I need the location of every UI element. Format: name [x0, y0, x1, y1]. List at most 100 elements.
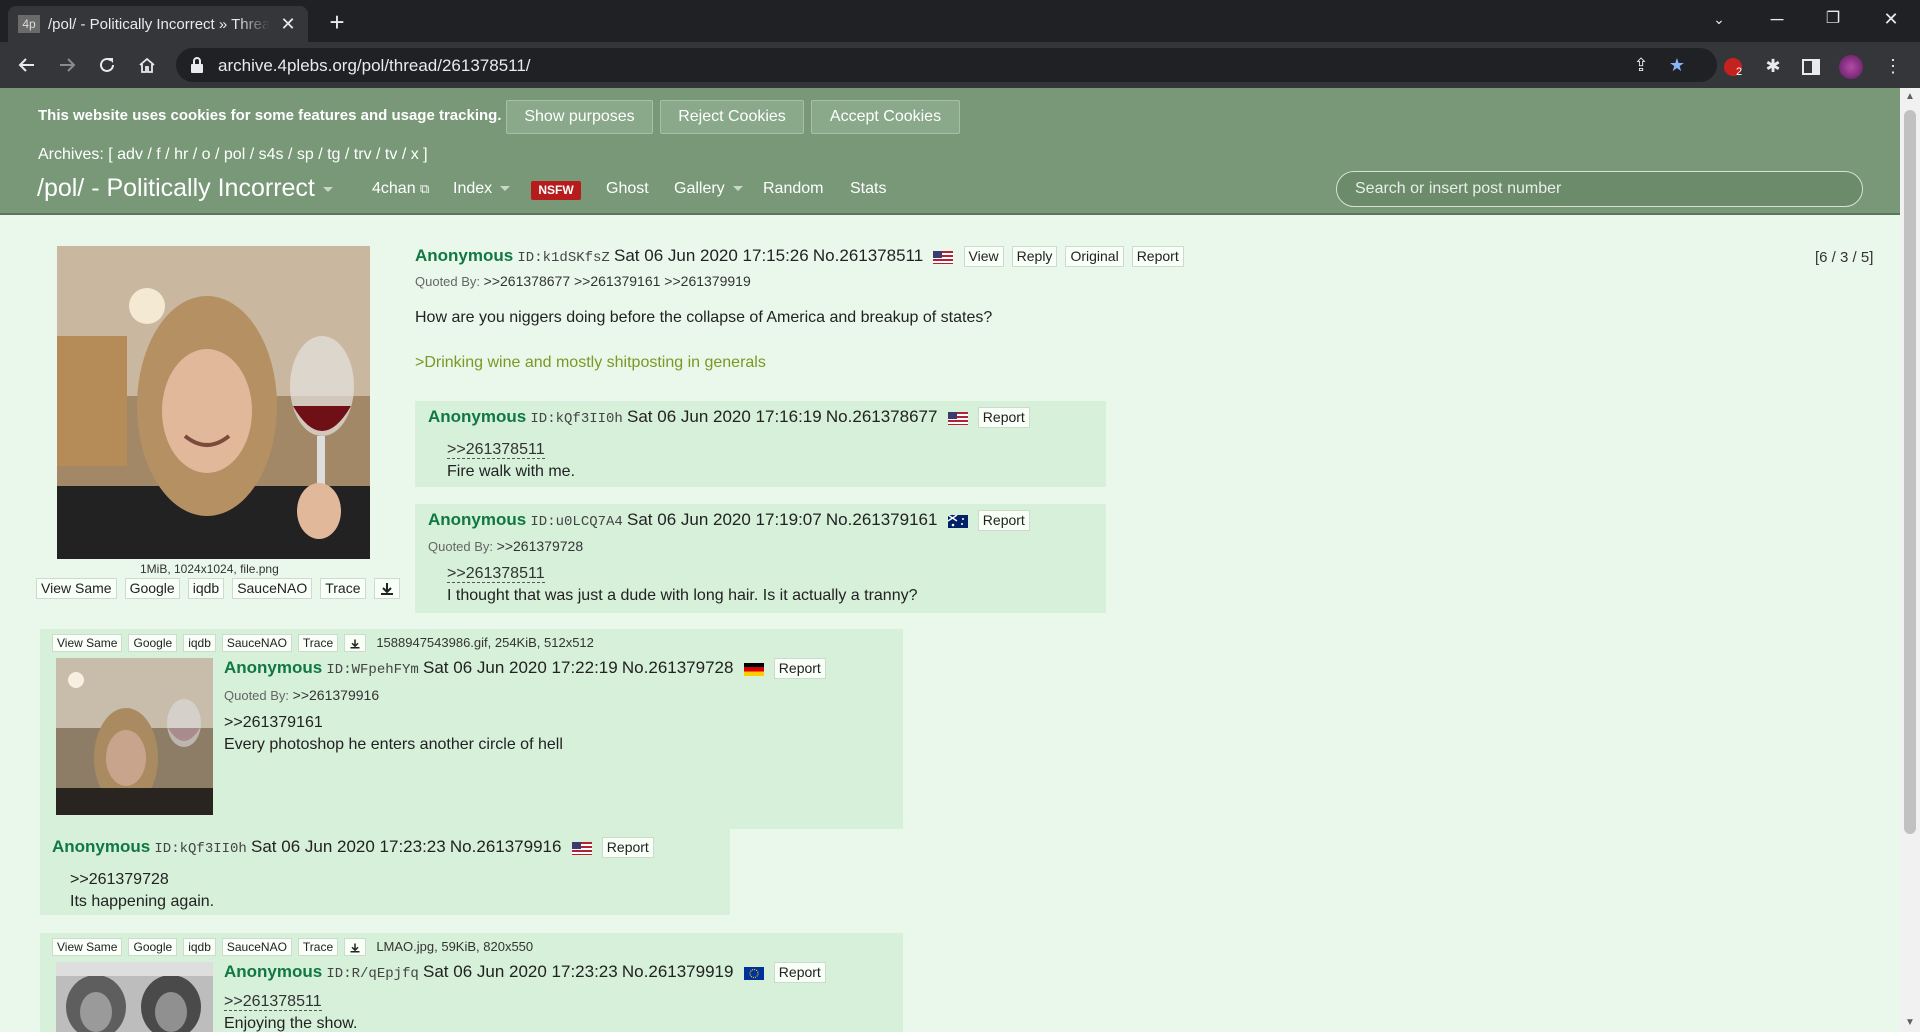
forward-button[interactable] [52, 50, 82, 80]
new-tab-button[interactable]: + [322, 8, 352, 38]
restore-button[interactable]: ❐ [1808, 0, 1858, 38]
archive-link-pol[interactable]: pol [224, 146, 245, 163]
quote-link[interactable]: >>261378511 [224, 993, 322, 1011]
post-number[interactable]: No.261379916 [450, 837, 562, 856]
poster-id[interactable]: ID:WFpehFYm [326, 662, 418, 678]
board-title[interactable]: /pol/ - Politically Incorrect [37, 174, 333, 203]
nav-gallery-link[interactable]: Gallery [674, 180, 743, 198]
view-same-button[interactable]: View Same [52, 938, 123, 956]
archive-link-trv[interactable]: trv [354, 146, 372, 163]
download-button[interactable] [373, 578, 400, 600]
archive-link-o[interactable]: o [202, 146, 211, 163]
op-image[interactable] [57, 246, 370, 559]
original-button[interactable]: Original [1065, 246, 1124, 267]
quoted-by-links[interactable]: >>261378677 >>261379161 >>261379919 [484, 273, 751, 289]
accept-cookies-button[interactable]: Accept Cookies [811, 100, 960, 134]
reload-button[interactable] [92, 50, 122, 80]
nsfw-badge[interactable]: NSFW [531, 181, 581, 200]
quoted-by-label: Quoted By: [224, 688, 290, 703]
close-window-button[interactable]: ✕ [1866, 0, 1916, 38]
reject-cookies-button[interactable]: Reject Cookies [660, 100, 804, 134]
tab-close-icon[interactable]: ✕ [278, 14, 298, 35]
report-button[interactable]: Report [773, 962, 826, 983]
view-post-button[interactable]: View [963, 246, 1004, 267]
browser-tab[interactable]: 4p /pol/ - Politically Incorrect » Threa… [8, 6, 308, 42]
nav-random-link[interactable]: Random [763, 180, 823, 198]
quoted-by-links[interactable]: >>261379728 [497, 538, 583, 554]
archive-link-f[interactable]: f [156, 146, 160, 163]
tab-search-chevron-icon[interactable]: ⌄ [1694, 0, 1744, 38]
lock-icon[interactable] [190, 56, 204, 74]
saucenao-button[interactable]: SauceNAO [221, 634, 292, 652]
poster-id[interactable]: ID:kQf3II0h [530, 411, 622, 427]
iqdb-button[interactable]: iqdb [183, 938, 216, 956]
nav-index-link[interactable]: Index [453, 180, 511, 198]
report-button[interactable]: Report [601, 837, 654, 858]
reply-button[interactable]: Reply [1011, 246, 1058, 267]
scroll-down-arrow-icon[interactable]: ▼ [1900, 1014, 1920, 1032]
archive-link-sp[interactable]: sp [297, 146, 314, 163]
back-button[interactable] [12, 50, 42, 80]
poster-id[interactable]: ID:u0LCQ7A4 [530, 514, 622, 530]
show-purposes-button[interactable]: Show purposes [506, 100, 653, 134]
reply-text: I thought that was just a dude with long… [447, 587, 918, 604]
post-number[interactable]: No.261378511 [813, 246, 923, 265]
poster-id[interactable]: ID:k1dSKfsZ [517, 250, 609, 266]
browser-toolbar: archive.4plebs.org/pol/thread/261378511/… [0, 42, 1920, 88]
post-number[interactable]: No.261379161 [826, 510, 938, 529]
poster-id[interactable]: ID:R/qEpjfq [326, 966, 418, 982]
quote-link[interactable]: >>261378511 [447, 565, 545, 583]
post-number[interactable]: No.261379728 [622, 658, 734, 677]
reply-image-thumbnail[interactable] [56, 658, 213, 815]
trace-button[interactable]: Trace [320, 578, 366, 599]
star-icon[interactable]: ★ [1664, 53, 1690, 77]
scroll-up-arrow-icon[interactable]: ▲ [1900, 88, 1920, 106]
view-same-button[interactable]: View Same [52, 634, 123, 652]
side-panel-icon[interactable] [1796, 51, 1826, 81]
iqdb-button[interactable]: iqdb [183, 634, 216, 652]
google-button[interactable]: Google [128, 938, 178, 956]
report-button[interactable]: Report [1131, 246, 1184, 267]
archive-link-tg[interactable]: tg [327, 146, 340, 163]
quoted-by-links[interactable]: >>261379916 [293, 687, 379, 703]
search-input[interactable] [1336, 171, 1863, 207]
profile-avatar-icon[interactable] [1836, 51, 1866, 81]
page-scrollbar[interactable]: ▲ ▼ [1900, 88, 1920, 1032]
quote-link[interactable]: >>261379728 [70, 871, 169, 888]
post-number[interactable]: No.261379919 [622, 962, 734, 981]
archive-link-tv[interactable]: tv [385, 146, 397, 163]
address-bar[interactable]: archive.4plebs.org/pol/thread/261378511/… [176, 48, 1717, 82]
nav-stats-link[interactable]: Stats [850, 180, 886, 198]
nav-ghost-link[interactable]: Ghost [606, 180, 649, 198]
download-button[interactable] [344, 634, 367, 652]
scrollbar-thumb[interactable] [1904, 110, 1916, 834]
poster-id[interactable]: ID:kQf3II0h [154, 841, 246, 857]
archive-link-s4s[interactable]: s4s [259, 146, 284, 163]
google-button[interactable]: Google [128, 634, 178, 652]
saucenao-button[interactable]: SauceNAO [232, 578, 313, 599]
minimize-button[interactable]: ─ [1752, 0, 1802, 38]
report-button[interactable]: Report [977, 407, 1030, 428]
reply-image-thumbnail[interactable] [56, 962, 213, 1032]
share-icon[interactable]: ⇪ [1628, 53, 1654, 77]
archive-link-adv[interactable]: adv [117, 146, 143, 163]
quote-link[interactable]: >>261379161 [224, 714, 323, 731]
extension-adblock-button[interactable]: 2 [1718, 51, 1748, 81]
quote-link[interactable]: >>261378511 [447, 441, 545, 459]
report-button[interactable]: Report [977, 510, 1030, 531]
trace-button[interactable]: Trace [297, 938, 339, 956]
saucenao-button[interactable]: SauceNAO [221, 938, 292, 956]
post-number[interactable]: No.261378677 [826, 407, 938, 426]
download-button[interactable] [344, 938, 367, 956]
puzzle-icon[interactable]: ✱ [1758, 51, 1788, 81]
archive-link-hr[interactable]: hr [174, 146, 188, 163]
archive-link-x[interactable]: x [411, 146, 419, 163]
trace-button[interactable]: Trace [297, 634, 339, 652]
google-button[interactable]: Google [124, 578, 180, 599]
report-button[interactable]: Report [773, 658, 826, 679]
nav-4chan-link[interactable]: 4chan ⧉ [372, 180, 429, 198]
home-button[interactable] [132, 50, 162, 80]
view-same-button[interactable]: View Same [36, 578, 117, 599]
kebab-menu-icon[interactable]: ⋮ [1878, 51, 1908, 81]
iqdb-button[interactable]: iqdb [187, 578, 225, 599]
